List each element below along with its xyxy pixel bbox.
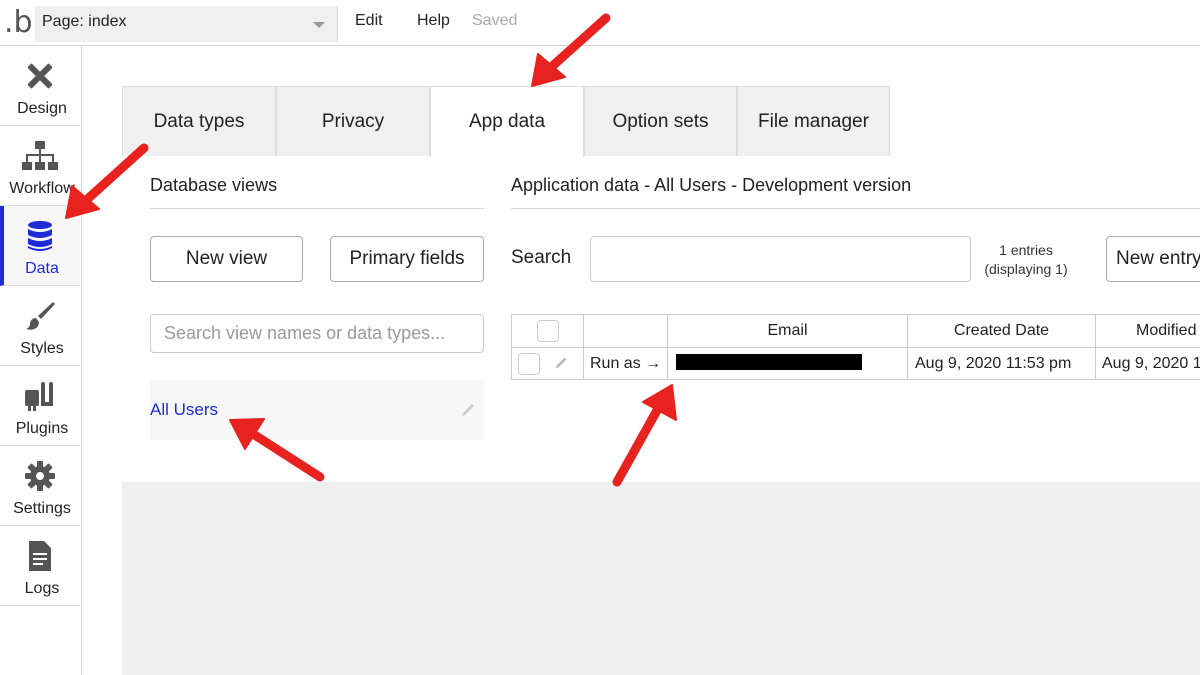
select-all-checkbox[interactable] [536,320,559,342]
bubble-logo[interactable]: .b [4,8,33,38]
database-icon [0,220,80,252]
table-header [584,315,668,348]
database-views-title: Database views [150,175,278,195]
help-menu[interactable]: Help [417,12,450,30]
entries-displaying-line: (displaying 1) [984,261,1068,277]
table-header-email[interactable]: Email [668,315,908,348]
tab-file-manager[interactable]: File manager [737,86,890,156]
pencil-icon[interactable] [460,400,478,423]
sidebar-item-logs[interactable]: Logs [0,526,80,606]
workflow-icon [0,140,80,172]
sidebar-item-workflow[interactable]: Workflow [0,126,80,206]
pencil-icon[interactable] [554,354,570,375]
sidebar-item-label: Plugins [15,420,69,437]
tab-app-data[interactable]: App data [430,86,584,157]
entries-count-line: 1 entries [999,242,1053,258]
edit-menu[interactable]: Edit [355,12,383,30]
entries-count: 1 entries (displaying 1) [976,241,1076,279]
chevron-down-icon [313,22,325,28]
sidebar-item-label: Styles [20,340,64,357]
redaction-bar [676,354,862,370]
sidebar-item-plugins[interactable]: Plugins [0,366,80,446]
table-header-modified-date[interactable]: Modified Date [1096,315,1200,348]
editor-canvas-background [122,482,1200,675]
data-table: Email Created Date Modified Date Run as … [511,314,1200,380]
view-name-all-users[interactable]: All Users [150,400,218,420]
select-all-cell [512,315,584,348]
page-selector-label: Page: index [42,13,127,30]
search-label: Search [511,247,572,268]
sidebar-item-label: Workflow [9,180,75,197]
arrow-to-run-as [612,384,677,487]
saved-status: Saved [472,12,518,29]
row-select-cell [512,348,584,380]
table-header-created-date[interactable]: Created Date [908,315,1096,348]
sidebar-item-label: Logs [24,580,60,597]
plug-icon [0,380,80,412]
sidebar-item-design[interactable]: Design [0,46,80,126]
created-date-cell: Aug 9, 2020 11:53 pm [908,348,1096,380]
primary-fields-button[interactable]: Primary fields [330,236,484,282]
document-icon [0,540,80,572]
gear-icon [0,460,80,492]
brush-icon [0,300,80,332]
divider [511,208,1200,209]
entry-search-input[interactable] [590,236,971,282]
sidebar-item-data[interactable]: Data [0,206,80,286]
design-icon [0,60,80,92]
sidebar-item-label: Design [17,100,67,117]
run-as-link[interactable]: Run as → [584,348,668,380]
new-view-button[interactable]: New view [150,236,303,282]
sidebar-item-settings[interactable]: Settings [0,446,80,526]
left-sidebar: Design Workflow Data Styles Plugins Sett… [0,46,82,675]
tab-privacy[interactable]: Privacy [276,86,430,156]
page-selector[interactable]: Page: index [35,6,338,42]
tab-option-sets[interactable]: Option sets [584,86,737,156]
list-item[interactable]: All Users [150,380,484,440]
sidebar-item-label: Settings [13,500,71,517]
sidebar-item-label: Data [25,260,59,277]
app-data-title: Application data - All Users - Developme… [511,175,912,195]
row-checkbox[interactable] [518,353,540,375]
tab-data-types[interactable]: Data types [122,86,276,156]
view-search-input[interactable]: Search view names or data types... [150,314,484,353]
divider [150,208,484,209]
new-entry-button[interactable]: New entry [1106,236,1200,282]
modified-date-cell: Aug 9, 2020 11:53 pm [1096,348,1200,380]
top-bar: .b Page: index Edit Help Saved [0,0,1200,46]
sidebar-item-styles[interactable]: Styles [0,286,80,366]
